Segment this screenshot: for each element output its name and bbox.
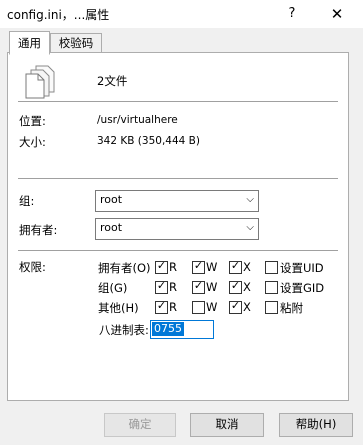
check-icon: ✓ — [156, 259, 167, 272]
check-icon: ✓ — [230, 279, 241, 292]
checkbox-group-read[interactable]: ✓ — [155, 279, 168, 294]
checkbox-sticky[interactable] — [265, 301, 278, 314]
sticky-label: 粘附 — [280, 301, 303, 315]
octal-label: 八进制表: — [99, 323, 149, 337]
check-icon: ✓ — [156, 299, 167, 312]
location-value: /usr/virtualhere — [97, 114, 178, 126]
group-select[interactable]: root ⌵ — [95, 190, 259, 212]
divider — [18, 250, 338, 251]
checkbox-others-read[interactable]: ✓ — [155, 299, 168, 314]
size-label: 大小: — [19, 135, 46, 149]
group-select-value: root — [100, 193, 123, 206]
files-icon — [22, 63, 58, 99]
exec-label: X — [243, 260, 251, 274]
setuid-label: 设置UID — [280, 261, 324, 275]
write-label: W — [206, 260, 218, 274]
owner-label: 拥有者: — [19, 223, 58, 237]
perm-row-label-others: 其他(H) — [98, 301, 139, 315]
checkbox-setuid[interactable] — [265, 261, 278, 274]
check-icon: ✓ — [193, 259, 204, 272]
ok-button[interactable]: 确定 — [104, 413, 176, 437]
close-icon[interactable]: ✕ — [324, 2, 350, 26]
perm-row-label-group: 组(G) — [98, 281, 128, 295]
check-icon: ✓ — [230, 299, 241, 312]
owner-select[interactable]: root ⌵ — [95, 218, 259, 240]
location-label: 位置: — [19, 114, 46, 128]
setgid-label: 设置GID — [280, 281, 325, 295]
divider — [18, 178, 338, 179]
check-icon: ✓ — [230, 259, 241, 272]
write-label: W — [206, 300, 218, 314]
tab-general[interactable]: 通用 — [9, 31, 50, 55]
checkbox-setgid[interactable] — [265, 281, 278, 294]
permissions-label: 权限: — [19, 260, 46, 274]
write-label: W — [206, 280, 218, 294]
perm-row-label-owner: 拥有者(O) — [98, 261, 151, 275]
help-button[interactable]: 帮助(H) — [279, 413, 353, 437]
group-label: 组: — [19, 194, 35, 208]
size-value: 342 KB (350,444 B) — [97, 135, 200, 147]
checkbox-owner-write[interactable]: ✓ — [192, 259, 205, 274]
checkbox-owner-exec[interactable]: ✓ — [229, 259, 242, 274]
read-label: R — [169, 280, 177, 294]
cancel-button[interactable]: 取消 — [190, 413, 264, 437]
window-title: config.ini，...属性 — [7, 8, 110, 22]
check-icon: ✓ — [156, 279, 167, 292]
help-icon[interactable]: ? — [280, 2, 304, 26]
read-label: R — [169, 300, 177, 314]
exec-label: X — [243, 300, 251, 314]
divider — [18, 101, 338, 102]
exec-label: X — [243, 280, 251, 294]
read-label: R — [169, 260, 177, 274]
octal-input[interactable]: 0755 — [150, 320, 214, 339]
check-icon: ✓ — [193, 279, 204, 292]
owner-select-value: root — [100, 221, 123, 234]
checkbox-owner-read[interactable]: ✓ — [155, 259, 168, 274]
checkbox-group-exec[interactable]: ✓ — [229, 279, 242, 294]
checkbox-group-write[interactable]: ✓ — [192, 279, 205, 294]
checkbox-others-write[interactable] — [192, 301, 205, 314]
chevron-down-icon: ⌵ — [246, 222, 254, 233]
checkbox-others-exec[interactable]: ✓ — [229, 299, 242, 314]
octal-value: 0755 — [152, 322, 184, 336]
file-count: 2文件 — [97, 74, 128, 88]
chevron-down-icon: ⌵ — [246, 194, 254, 205]
